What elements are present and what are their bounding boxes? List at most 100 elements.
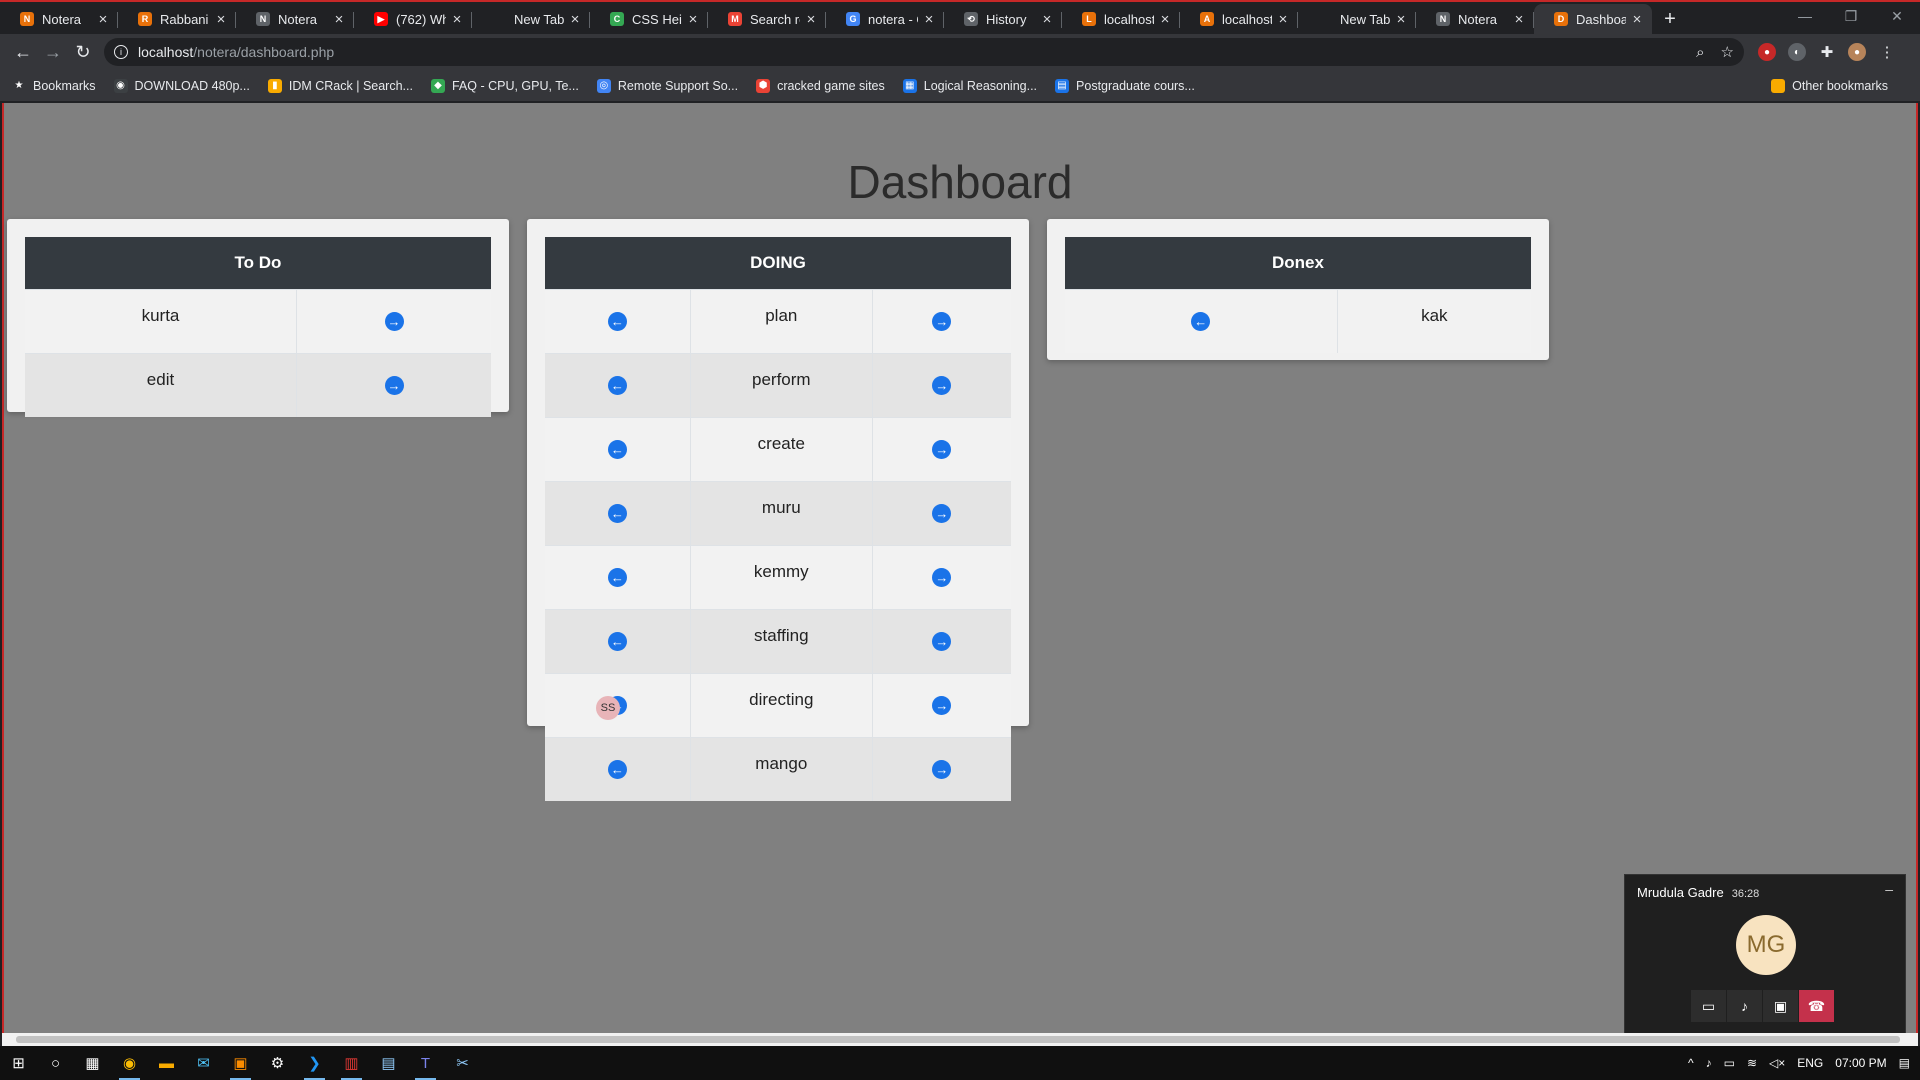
zoom-icon[interactable]: ⌕ xyxy=(1696,44,1704,61)
arrow-right-icon[interactable]: → xyxy=(384,312,404,331)
extension-icon[interactable]: ◐ xyxy=(1788,43,1806,61)
hang-up-icon[interactable]: ☎ xyxy=(1799,990,1835,1022)
arrow-left-icon[interactable]: ← xyxy=(607,440,627,459)
arrow-left-icon[interactable]: ← xyxy=(607,504,627,523)
arrow-right-icon[interactable]: → xyxy=(932,376,952,395)
close-tab-icon[interactable]: × xyxy=(1276,11,1290,28)
browser-tab[interactable]: N Notera × xyxy=(1416,4,1534,34)
close-tab-icon[interactable]: × xyxy=(1394,11,1408,28)
battery-icon[interactable]: ▭ xyxy=(1724,1056,1735,1070)
back-icon[interactable]: ← xyxy=(8,37,38,67)
browser-tab[interactable]: N Notera × xyxy=(236,4,354,34)
arrow-left-icon[interactable]: ← xyxy=(607,376,627,395)
menu-icon[interactable]: ⋮ xyxy=(1878,43,1896,61)
camera-off-icon[interactable]: ▭ xyxy=(1691,990,1727,1022)
arrow-left-icon[interactable]: ← xyxy=(607,568,627,587)
call-window[interactable]: Mrudula Gadre 36:28 – MG ▭ ♪ ▣ ☎ xyxy=(1624,874,1906,1034)
notepad-icon[interactable]: ▤ xyxy=(370,1046,407,1080)
browser-tab[interactable]: C CSS Heigh× xyxy=(590,4,708,34)
browser-tab[interactable]: New Tab × xyxy=(472,4,590,34)
arrow-right-icon[interactable]: → xyxy=(932,504,952,523)
minimize-icon[interactable]: — xyxy=(1782,0,1828,32)
close-tab-icon[interactable]: × xyxy=(450,11,464,28)
bookmark-item[interactable]: ▦ Logical Reasoning... xyxy=(902,78,1037,93)
arrow-right-icon[interactable]: → xyxy=(932,632,952,651)
minimize-call-icon[interactable]: – xyxy=(1885,881,1893,897)
start-icon[interactable]: ⊞ xyxy=(0,1046,37,1080)
chrome-icon[interactable]: ◉ xyxy=(111,1046,148,1080)
site-info-icon[interactable]: i xyxy=(114,45,128,59)
teams-icon[interactable]: T xyxy=(407,1046,444,1080)
clock[interactable]: 07:00 PM xyxy=(1835,1056,1886,1070)
close-tab-icon[interactable]: × xyxy=(1158,11,1172,28)
task-view-icon[interactable]: ▦ xyxy=(74,1046,111,1080)
settings-icon[interactable]: ⚙ xyxy=(259,1046,296,1080)
browser-tab[interactable]: ▶ (762) Whe× xyxy=(354,4,472,34)
wifi-icon[interactable]: ≋ xyxy=(1747,1056,1757,1070)
close-tab-icon[interactable]: × xyxy=(686,11,700,28)
puzzle-icon[interactable]: ✚ xyxy=(1818,43,1836,61)
forward-icon[interactable]: → xyxy=(38,37,68,67)
restore-icon[interactable]: ❐ xyxy=(1828,0,1874,32)
close-tab-icon[interactable]: × xyxy=(214,11,228,28)
arrow-left-icon[interactable]: ← xyxy=(607,312,627,331)
arrow-right-icon[interactable]: → xyxy=(932,760,952,779)
browser-tab[interactable]: ⟲ History × xyxy=(944,4,1062,34)
close-tab-icon[interactable]: × xyxy=(804,11,818,28)
scrollbar-thumb[interactable] xyxy=(16,1036,1900,1043)
profile-avatar[interactable]: ● xyxy=(1848,43,1866,61)
language-indicator[interactable]: ENG xyxy=(1797,1056,1823,1070)
snipping-tool-icon[interactable]: ✂ xyxy=(444,1046,481,1080)
other-bookmarks[interactable]: Other bookmarks xyxy=(1771,78,1888,93)
notification-icon[interactable]: ▤ xyxy=(1899,1056,1910,1070)
browser-tab[interactable]: R Rabbani s...× xyxy=(118,4,236,34)
close-tab-icon[interactable]: × xyxy=(1040,11,1054,28)
volume-muted-icon[interactable]: ◁× xyxy=(1769,1056,1785,1070)
browser-tab[interactable]: D Dashboard× xyxy=(1534,4,1652,34)
share-screen-icon[interactable]: ▣ xyxy=(1763,990,1799,1022)
bookmark-item[interactable]: ◎ Remote Support So... xyxy=(596,78,738,93)
bookmark-star-icon[interactable]: ☆ xyxy=(1721,43,1734,61)
arrow-right-icon[interactable]: → xyxy=(384,376,404,395)
browser-tab[interactable]: N Notera × xyxy=(0,4,118,34)
mic-off-icon[interactable]: ♪ xyxy=(1727,990,1763,1022)
close-window-icon[interactable]: ✕ xyxy=(1874,0,1920,32)
microphone-icon[interactable]: ♪ xyxy=(1706,1056,1712,1070)
file-explorer-icon[interactable]: ▬ xyxy=(148,1046,185,1080)
new-tab-button[interactable]: + xyxy=(1652,4,1688,34)
bookmark-item[interactable]: ⬢ cracked game sites xyxy=(756,78,885,93)
close-tab-icon[interactable]: × xyxy=(1630,11,1644,28)
browser-tab[interactable]: New Tab × xyxy=(1298,4,1416,34)
address-bar[interactable]: i localhost/notera/dashboard.php ⌕ ☆ xyxy=(104,38,1744,66)
arrow-right-icon[interactable]: → xyxy=(932,568,952,587)
bookmark-item[interactable]: ▮ IDM CRack | Search... xyxy=(267,78,413,93)
extension-icon[interactable]: ● xyxy=(1758,43,1776,61)
bookmark-item[interactable]: ▤ Postgraduate cours... xyxy=(1055,78,1195,93)
browser-tab[interactable]: M Search res× xyxy=(708,4,826,34)
arrow-right-icon[interactable]: → xyxy=(932,312,952,331)
vscode-icon[interactable]: ❯ xyxy=(296,1046,333,1080)
close-tab-icon[interactable]: × xyxy=(1512,11,1526,28)
mail-icon[interactable]: ✉ xyxy=(185,1046,222,1080)
browser-tab[interactable]: Llocalhost/× xyxy=(1062,4,1180,34)
bookmark-item[interactable]: ◆ FAQ - CPU, GPU, Te... xyxy=(430,78,579,93)
arrow-right-icon[interactable]: → xyxy=(932,696,952,715)
xampp-icon[interactable]: ▣ xyxy=(222,1046,259,1080)
close-tab-icon[interactable]: × xyxy=(332,11,346,28)
browser-tab[interactable]: Gnotera - G× xyxy=(826,4,944,34)
chevron-up-icon[interactable]: ^ xyxy=(1688,1056,1694,1070)
browser-tab[interactable]: Alocalhost /× xyxy=(1180,4,1298,34)
arrow-right-icon[interactable]: → xyxy=(932,440,952,459)
close-tab-icon[interactable]: × xyxy=(922,11,936,28)
arrow-left-icon[interactable]: ← xyxy=(607,760,627,779)
close-tab-icon[interactable]: × xyxy=(96,11,110,28)
search-icon[interactable]: ○ xyxy=(37,1046,74,1080)
reload-icon[interactable]: ↻ xyxy=(68,37,98,67)
bookmark-item[interactable]: ◉ DOWNLOAD 480p... xyxy=(113,78,250,93)
winrar-icon[interactable]: ▥ xyxy=(333,1046,370,1080)
close-tab-icon[interactable]: × xyxy=(568,11,582,28)
bookmark-item[interactable]: ★ Bookmarks xyxy=(12,79,96,93)
arrow-left-icon[interactable]: ← xyxy=(607,632,627,651)
arrow-left-icon[interactable]: ← xyxy=(1191,312,1211,331)
horizontal-scrollbar[interactable] xyxy=(2,1033,1918,1046)
